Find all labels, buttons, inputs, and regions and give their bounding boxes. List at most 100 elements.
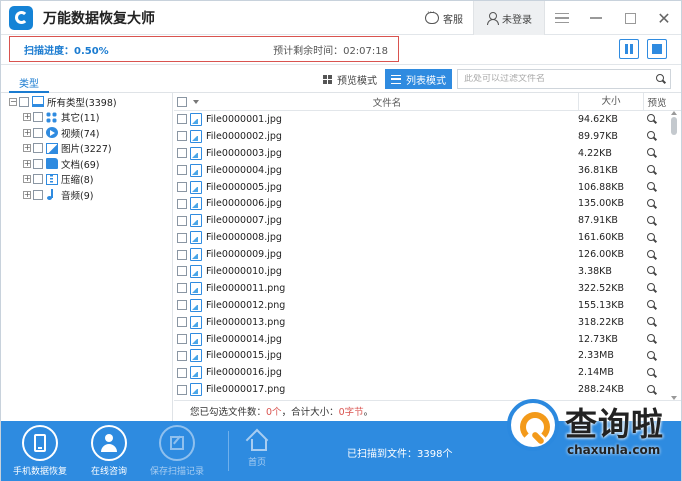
table-row[interactable]: File0000016.jpg 2.14MB — [174, 364, 681, 381]
tree-checkbox[interactable] — [33, 189, 43, 200]
tree-item-video[interactable]: + 视频(74) — [1, 125, 172, 141]
table-row[interactable]: File0000015.jpg 2.33MB — [174, 347, 681, 364]
login-button[interactable]: 未登录 — [473, 1, 545, 35]
list-scrollbar[interactable] — [669, 111, 679, 400]
expand-icon[interactable]: + — [23, 128, 31, 137]
list-mode-button[interactable]: 列表模式 — [385, 69, 452, 89]
preview-search-icon[interactable] — [647, 165, 657, 175]
phone-recovery-button[interactable]: 手机数据恢复 — [7, 425, 73, 477]
row-checkbox[interactable] — [177, 283, 187, 294]
row-checkbox[interactable] — [177, 367, 187, 378]
tree-item-document[interactable]: + 文档(69) — [1, 156, 172, 172]
table-row[interactable]: File0000011.png 322.52KB — [174, 280, 681, 297]
tree-checkbox[interactable] — [33, 112, 43, 123]
row-checkbox[interactable] — [177, 165, 187, 176]
scroll-thumb[interactable] — [671, 117, 677, 135]
table-row[interactable]: File0000009.jpg 126.00KB — [174, 246, 681, 263]
row-checkbox[interactable] — [177, 215, 187, 226]
preview-search-icon[interactable] — [647, 131, 657, 141]
customer-service-button[interactable]: 客服 — [425, 8, 463, 26]
table-row[interactable]: File0000013.png 318.22KB — [174, 314, 681, 331]
filter-input[interactable] — [464, 74, 644, 84]
file-name: File0000009.jpg — [206, 249, 282, 261]
table-row[interactable]: File0000003.jpg 4.22KB — [174, 145, 681, 162]
table-row[interactable]: File0000007.jpg 87.91KB — [174, 212, 681, 229]
table-row[interactable]: File0000014.jpg 12.73KB — [174, 331, 681, 348]
tree-item-other[interactable]: + 其它(11) — [1, 110, 172, 126]
preview-search-icon[interactable] — [647, 350, 657, 361]
tree-checkbox[interactable] — [33, 158, 43, 169]
tree-checkbox[interactable] — [33, 143, 43, 154]
pause-button[interactable] — [619, 39, 639, 59]
expand-icon[interactable]: + — [23, 175, 31, 184]
close-button[interactable]: ✕ — [647, 1, 681, 35]
row-checkbox[interactable] — [177, 148, 187, 159]
column-name[interactable]: 文件名 — [196, 95, 578, 109]
expand-icon[interactable]: + — [23, 159, 31, 168]
search-icon[interactable] — [656, 74, 666, 84]
minimize-button[interactable] — [579, 1, 613, 35]
row-checkbox[interactable] — [177, 350, 187, 361]
table-row[interactable]: File0000012.png 155.13KB — [174, 297, 681, 314]
tree-item-archive[interactable]: + 压缩(8) — [1, 172, 172, 188]
row-checkbox[interactable] — [177, 266, 187, 277]
image-file-icon — [190, 197, 202, 211]
preview-search-icon[interactable] — [647, 266, 657, 276]
preview-search-icon[interactable] — [647, 114, 657, 124]
file-size: 318.22KB — [578, 316, 624, 328]
tree-checkbox[interactable] — [33, 127, 43, 138]
tree-item-image[interactable]: + 图片(3227) — [1, 141, 172, 157]
stop-button[interactable] — [647, 39, 667, 59]
preview-search-icon[interactable] — [647, 384, 657, 395]
row-checkbox[interactable] — [177, 334, 187, 345]
row-checkbox[interactable] — [177, 131, 187, 142]
table-row[interactable]: File0000006.jpg 135.00KB — [174, 195, 681, 212]
tab-type[interactable]: 类型 — [9, 71, 49, 93]
row-checkbox[interactable] — [177, 300, 187, 311]
table-row[interactable]: File0000005.jpg 106.88KB — [174, 179, 681, 196]
preview-search-icon[interactable] — [647, 334, 657, 344]
preview-search-icon[interactable] — [647, 232, 657, 243]
table-row[interactable]: File0000001.jpg 94.62KB — [174, 111, 681, 128]
table-row[interactable]: File0000010.jpg 3.38KB — [174, 263, 681, 280]
preview-search-icon[interactable] — [647, 283, 657, 293]
collapse-icon[interactable]: − — [9, 97, 17, 106]
expand-icon[interactable]: + — [23, 113, 31, 122]
select-all-checkbox[interactable] — [177, 96, 187, 107]
expand-icon[interactable]: + — [23, 144, 31, 153]
table-row[interactable]: File0000008.jpg 161.60KB — [174, 229, 681, 246]
preview-search-icon[interactable] — [647, 215, 657, 226]
tree-item-audio[interactable]: + 音频(9) — [1, 187, 172, 203]
preview-search-icon[interactable] — [647, 317, 657, 327]
table-row[interactable]: File0000002.jpg 89.97KB — [174, 128, 681, 145]
row-checkbox[interactable] — [177, 232, 187, 243]
tree-checkbox[interactable] — [33, 174, 43, 185]
save-scan-record-button[interactable]: 保存扫描记录 — [144, 425, 210, 477]
select-all[interactable] — [174, 96, 199, 107]
file-name: File0000015.jpg — [206, 350, 282, 362]
tree-checkbox[interactable] — [19, 96, 29, 107]
row-checkbox[interactable] — [177, 317, 187, 328]
preview-search-icon[interactable] — [647, 182, 657, 192]
row-checkbox[interactable] — [177, 249, 187, 260]
menu-button[interactable] — [545, 1, 579, 35]
scroll-up-icon[interactable] — [671, 111, 677, 115]
preview-mode-button[interactable]: 预览模式 — [317, 69, 383, 89]
preview-search-icon[interactable] — [647, 148, 657, 158]
row-checkbox[interactable] — [177, 114, 187, 125]
tree-root[interactable]: − 所有类型(3398) — [1, 94, 172, 110]
home-button[interactable]: 首页 — [237, 429, 277, 475]
preview-search-icon[interactable] — [647, 300, 657, 310]
preview-search-icon[interactable] — [647, 367, 657, 378]
row-checkbox[interactable] — [177, 384, 187, 395]
maximize-button[interactable] — [613, 1, 647, 35]
preview-search-icon[interactable] — [647, 249, 657, 260]
table-row[interactable]: File0000004.jpg 36.81KB — [174, 162, 681, 179]
expand-icon[interactable]: + — [23, 190, 31, 199]
column-size[interactable]: 大小 — [578, 93, 644, 111]
online-consult-button[interactable]: 在线咨询 — [76, 425, 142, 477]
row-checkbox[interactable] — [177, 198, 187, 209]
preview-search-icon[interactable] — [647, 198, 657, 209]
table-row[interactable]: File0000017.png 288.24KB — [174, 381, 681, 398]
row-checkbox[interactable] — [177, 182, 187, 192]
